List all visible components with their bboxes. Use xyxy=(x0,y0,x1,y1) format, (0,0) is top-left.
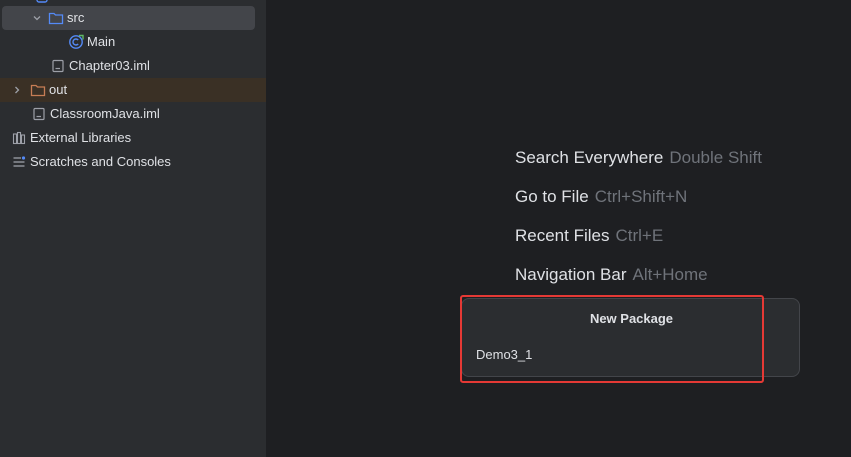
scratches-icon xyxy=(11,154,27,170)
tree-label-external-libraries: External Libraries xyxy=(30,130,132,145)
tree-row-external-libraries[interactable]: External Libraries xyxy=(0,126,266,150)
project-panel: src Main Chapter03.iml out ClassroomJava… xyxy=(0,0,267,457)
ide-window: src Main Chapter03.iml out ClassroomJava… xyxy=(0,0,851,457)
tree-label-scratches-and-consoles: Scratches and Consoles xyxy=(30,154,171,169)
tree-label-out: out xyxy=(49,82,68,97)
tree-label-main: Main xyxy=(87,34,116,49)
hint-navigation-bar[interactable]: Navigation Bar Alt+Home xyxy=(515,265,708,285)
hint-action: Navigation Bar xyxy=(515,265,627,284)
tree-label-classroomjava-iml: ClassroomJava.iml xyxy=(50,106,160,121)
excluded-folder-icon xyxy=(30,82,46,98)
library-icon xyxy=(11,130,27,146)
iml-file-icon xyxy=(31,106,47,122)
tree-label-src: src xyxy=(67,10,85,25)
hint-search-everywhere[interactable]: Search Everywhere Double Shift xyxy=(515,148,762,168)
editor-empty-area: Search Everywhere Double Shift Go to File… xyxy=(268,0,851,457)
hint-go-to-file[interactable]: Go to File Ctrl+Shift+N xyxy=(515,187,687,207)
package-name-input[interactable] xyxy=(472,341,790,367)
hint-shortcut: Ctrl+Shift+N xyxy=(594,187,688,206)
popup-title: New Package xyxy=(589,311,674,326)
hint-recent-files[interactable]: Recent Files Ctrl+E xyxy=(515,226,663,246)
iml-file-icon xyxy=(50,58,66,74)
new-package-popup: New Package xyxy=(461,298,800,377)
tree-row-out[interactable]: out xyxy=(0,78,266,102)
tree-row-classroomjava-iml[interactable]: ClassroomJava.iml xyxy=(0,102,266,126)
tree-row-chapter03-iml[interactable]: Chapter03.iml xyxy=(0,54,266,78)
hint-action: Recent Files xyxy=(515,226,610,245)
tree-label-chapter03-iml: Chapter03.iml xyxy=(69,58,150,73)
hint-shortcut: Ctrl+E xyxy=(615,226,664,245)
hint-action: Search Everywhere xyxy=(515,148,664,167)
tree-row-scratches-and-consoles[interactable]: Scratches and Consoles xyxy=(0,150,266,174)
module-icon xyxy=(34,0,50,5)
hint-shortcut: Alt+Home xyxy=(632,265,708,284)
tree-row-main[interactable]: Main xyxy=(0,30,266,54)
hint-shortcut: Double Shift xyxy=(669,148,762,167)
chevron-right-icon[interactable] xyxy=(10,83,24,97)
source-folder-icon xyxy=(48,10,64,26)
tree-row-src[interactable]: src xyxy=(2,6,255,30)
java-class-icon xyxy=(68,34,84,50)
chevron-down-icon[interactable] xyxy=(30,11,44,25)
hint-action: Go to File xyxy=(515,187,589,206)
